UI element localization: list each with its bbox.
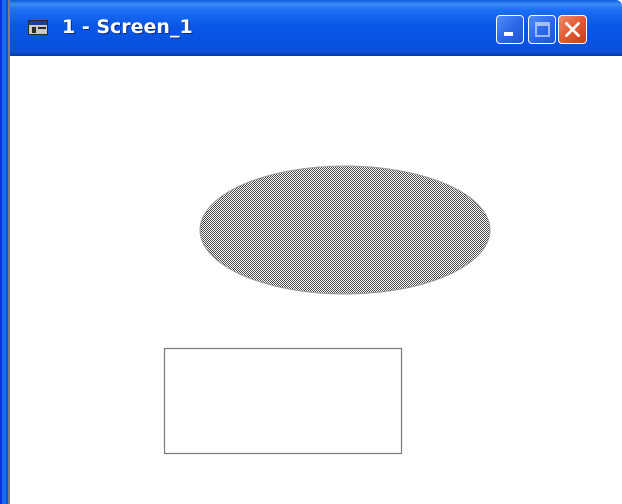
app-icon-bar (29, 21, 47, 25)
window-title: 1 - Screen_1 (62, 16, 193, 38)
patterned-ellipse[interactable] (199, 165, 491, 295)
maximize-button[interactable] (528, 15, 556, 44)
window-left-border (0, 0, 10, 504)
maximize-icon (535, 22, 550, 37)
app-icon-detail (32, 27, 36, 33)
screen-app-icon[interactable] (28, 20, 48, 35)
minimize-button[interactable] (496, 15, 524, 44)
close-button[interactable] (558, 15, 587, 44)
minimize-icon (504, 32, 513, 36)
screen-canvas[interactable] (10, 56, 622, 504)
app-icon-detail-line (38, 27, 46, 29)
screen-window: 1 - Screen_1 (0, 0, 622, 504)
outlined-rectangle[interactable] (163, 347, 403, 455)
close-icon (565, 22, 580, 37)
title-bar[interactable]: 1 - Screen_1 (0, 0, 622, 56)
drawing-surface (163, 165, 491, 455)
